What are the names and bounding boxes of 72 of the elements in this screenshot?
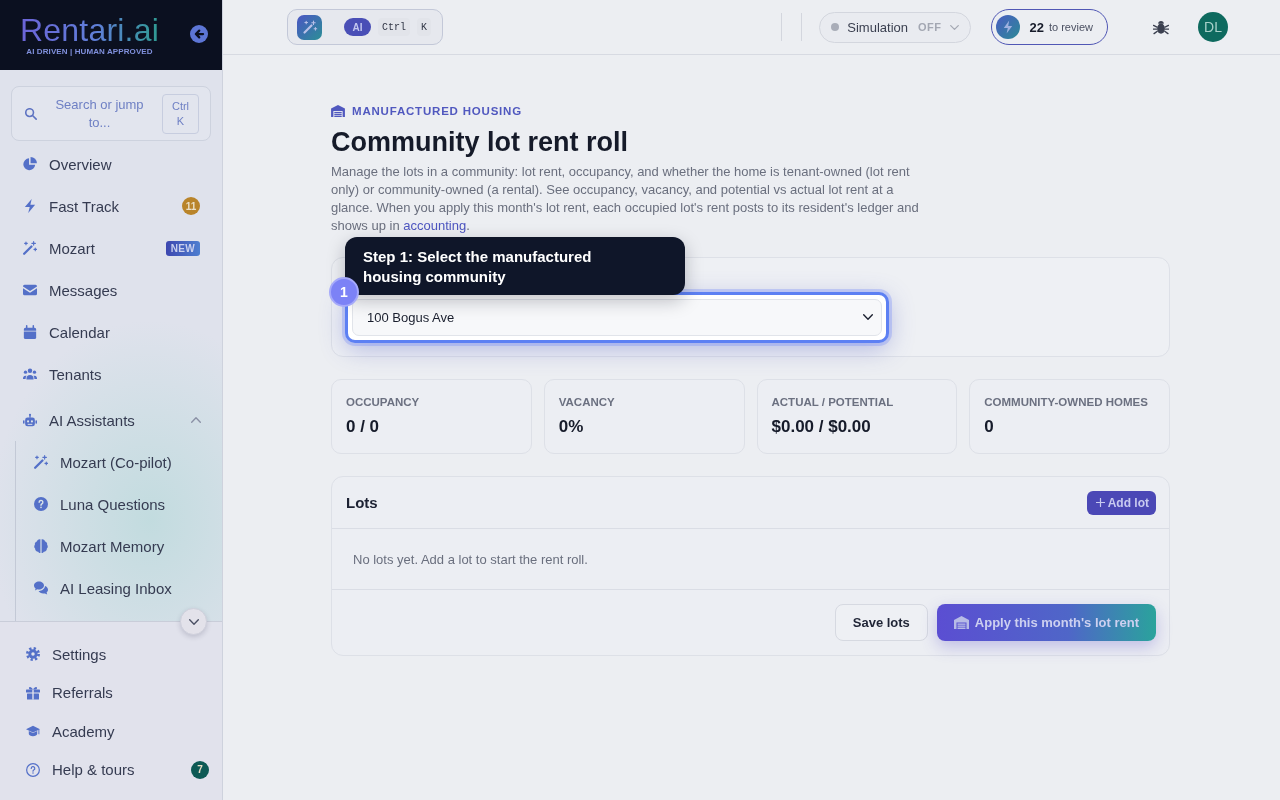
nav-item[interactable]: Tenants [11,353,211,395]
lightning-icon [995,15,1020,39]
calendar-icon [23,325,37,339]
robot-icon [23,413,37,427]
chevron-down-icon [188,618,199,625]
count-badge: 7 [191,760,209,779]
magic-wand-icon [297,14,322,40]
count-badge: 11 [182,197,200,215]
panel-title: Lots [346,494,378,511]
bug-icon [1153,19,1169,35]
page-description: Manage the lots in a community: lot rent, occupancy, and whether the home is tenant-owned (lot rent only) or community-owned (a rental). See occupancy, vacancy, and potential vs actual lot rent at a glance. When you apply this month's lot rent, each occupied lot's rent posts to its resident's ledger and shows up in accounting. [331,163,920,235]
page-title: Community lot rent roll [331,126,628,159]
nav-item[interactable]: Mozart (Co-pilot) [16,441,211,483]
pie-chart-icon [23,157,37,171]
help-icon [26,762,40,777]
people-icon [23,367,37,381]
nav-item[interactable]: Help & tours 7 [0,750,222,789]
gift-icon [26,685,40,700]
section-label: MANUFACTURED HOUSING [352,105,522,117]
stat-label: COMMUNITY-OWNED HOMES [984,395,1148,410]
warehouse-icon [331,105,345,117]
warehouse-icon [953,616,969,629]
shortcut-key: Ctrl K [162,93,199,134]
nav-item[interactable]: Mozart Memory [16,525,211,567]
stat-label: VACANCY [558,395,615,410]
nav-item[interactable]: Mozart NEW [11,227,211,269]
chat-bubbles-icon [34,581,48,595]
search-icon [25,107,37,120]
nav-item[interactable]: Settings [0,635,222,674]
graduation-cap-icon [26,724,40,739]
arrow-left-icon [190,25,208,43]
ai-label: AI [344,18,371,36]
nav-item[interactable]: AI Leasing Inbox [16,567,211,609]
stat-value: 0 / 0 [346,416,380,438]
nav-item[interactable]: Messages [11,269,211,311]
nav-item[interactable]: Fast Track 11 [11,185,211,227]
stat-label: OCCUPANCY [346,395,420,410]
keyboard-key: Ctrl [378,18,410,36]
settings-icon [26,647,40,662]
magic-wand-icon [34,455,48,469]
simulation-toggle[interactable]: Simulation OFF [819,11,971,43]
collapse-sidebar-button[interactable] [190,25,208,43]
keyboard-key: K [417,18,432,36]
user-avatar[interactable]: DL [1198,12,1228,42]
plus-icon [1095,498,1105,507]
envelope-icon [23,283,37,297]
stat-value: $0.00 / $0.00 [771,416,871,438]
nav-item[interactable]: Calendar [11,311,211,353]
stat-value: 0% [558,416,584,438]
question-icon [34,497,48,511]
nav-item[interactable]: Academy [0,712,222,751]
nav-item[interactable]: Overview [11,143,211,185]
magic-wand-icon [23,241,37,255]
add-lot-button[interactable]: Add lot [1086,490,1156,515]
stat-value: 0 [984,416,994,438]
chevron-down-icon [863,314,873,320]
chevron-down-icon [949,24,959,30]
nav-item[interactable]: Luna Questions [16,483,211,525]
stat-label: ACTUAL / POTENTIAL [771,395,894,410]
brain-icon [34,539,48,553]
community-select[interactable]: 100 Bogus Ave [352,299,882,336]
tour-tooltip: Step 1: Select the manufactured housing community [345,237,685,295]
logo-tagline: AI DRIVEN | HUMAN APPROVED [26,47,153,57]
ai-command-bar[interactable]: AI Ctrl K [287,9,443,45]
new-badge: NEW [165,240,200,256]
empty-message: No lots yet. Add a lot to start the rent roll. [353,551,588,567]
save-lots-button[interactable]: Save lots [834,604,928,641]
step-badge: 1 [329,277,359,307]
nav-group-toggle[interactable]: AI Assistants [11,399,211,441]
nav-item[interactable]: Referrals [0,673,222,712]
lightning-icon [23,199,37,213]
bug-report-button[interactable] [1153,19,1169,35]
